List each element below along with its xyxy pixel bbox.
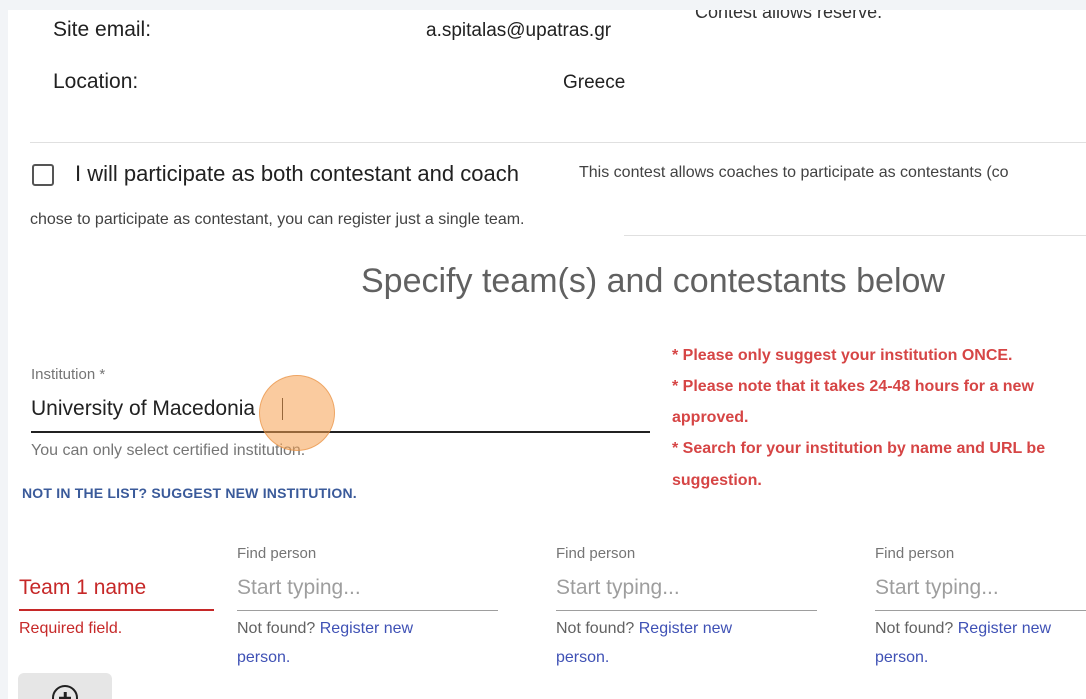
warning-line: * Please only suggest your institution O…: [672, 347, 1013, 364]
register-person-link[interactable]: person.: [875, 649, 928, 667]
suggest-institution-link[interactable]: NOT IN THE LIST? SUGGEST NEW INSTITUTION…: [22, 485, 357, 501]
find-person-input[interactable]: Start typing...: [556, 576, 680, 600]
institution-underline: [31, 431, 650, 433]
institution-label: Institution *: [31, 366, 106, 383]
not-found-text: Not found? Register new: [556, 620, 732, 638]
find-person-underline: [556, 610, 817, 611]
register-new-link[interactable]: Register new: [958, 620, 1051, 637]
divider: [30, 142, 1086, 143]
not-found-label: Not found?: [556, 620, 635, 637]
team-name-input[interactable]: Team 1 name: [19, 576, 146, 600]
find-person-label: Find person: [875, 545, 955, 562]
find-person-label: Find person: [556, 545, 636, 562]
site-email-value: a.spitalas@upatras.gr: [426, 20, 612, 41]
site-email-label: Site email:: [53, 18, 152, 41]
section-title: Specify team(s) and contestants below: [361, 262, 945, 300]
participation-note: This contest allows coaches to participa…: [579, 164, 1009, 181]
institution-hint: You can only select certified institutio…: [31, 442, 306, 459]
find-person-underline: [237, 610, 498, 611]
not-found-label: Not found?: [875, 620, 954, 637]
register-person-link[interactable]: person.: [556, 649, 609, 667]
warning-line: approved.: [672, 409, 749, 426]
warning-line: suggestion.: [672, 472, 762, 489]
location-label: Location:: [53, 70, 139, 93]
add-team-button[interactable]: [18, 673, 112, 699]
divider: [624, 235, 1086, 236]
location-value: Greece: [563, 72, 626, 93]
registration-panel: Site email: a.spitalas@upatras.gr Contes…: [8, 10, 1086, 699]
reserve-note: Contest allows reserve.: [695, 10, 883, 22]
not-found-text: Not found? Register new: [875, 620, 1051, 638]
participation-note-cont: chose to participate as contestant, you …: [30, 211, 525, 228]
cursor-highlight: [259, 375, 335, 451]
register-new-link[interactable]: Register new: [320, 620, 413, 637]
participate-both-label[interactable]: I will participate as both contestant an…: [75, 161, 519, 187]
find-person-input[interactable]: Start typing...: [875, 576, 999, 600]
team-name-error: Required field.: [19, 620, 123, 637]
participate-both-checkbox[interactable]: [32, 164, 54, 186]
warning-line: * Please note that it takes 24-48 hours …: [672, 378, 1034, 395]
warning-line: * Search for your institution by name an…: [672, 440, 1046, 457]
not-found-text: Not found? Register new: [237, 620, 413, 638]
institution-input[interactable]: University of Macedonia: [31, 397, 255, 421]
find-person-input[interactable]: Start typing...: [237, 576, 361, 600]
find-person-label: Find person: [237, 545, 317, 562]
plus-circle-icon: [52, 685, 78, 699]
team-name-underline: [19, 609, 214, 611]
not-found-label: Not found?: [237, 620, 316, 637]
register-new-link[interactable]: Register new: [639, 620, 732, 637]
register-person-link[interactable]: person.: [237, 649, 290, 667]
find-person-underline: [875, 610, 1086, 611]
